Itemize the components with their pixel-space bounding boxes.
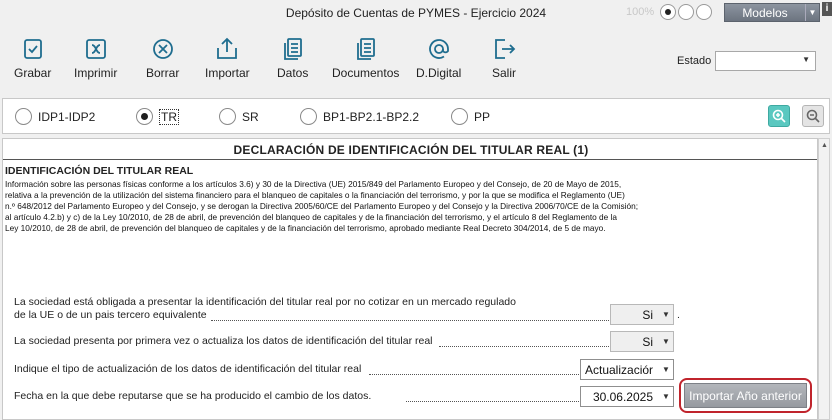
chevron-down-icon: ▼ bbox=[662, 392, 670, 401]
zoom-in-icon bbox=[772, 109, 786, 123]
datos-button[interactable]: Datos bbox=[277, 36, 308, 86]
estado-label: Estado bbox=[677, 55, 712, 67]
section-title: IDENTIFICACIÓN DEL TITULAR REAL bbox=[5, 165, 194, 177]
importar-label: Importar bbox=[205, 66, 250, 80]
radio-circle[interactable] bbox=[300, 108, 317, 125]
borrar-button[interactable]: Borrar bbox=[146, 36, 179, 86]
tipo-actualizacion-select[interactable]: Actualizaciór ▼ bbox=[580, 359, 674, 380]
radio-circle[interactable] bbox=[451, 108, 468, 125]
model-radio-idp1-idp2[interactable]: IDP1-IDP2 bbox=[15, 108, 95, 125]
zoom-out-icon bbox=[806, 109, 820, 123]
legal-text-line: n.º 648/2012 del Parlamento Europeo y de… bbox=[5, 201, 639, 212]
title-bar: Depósito de Cuentas de PYMES - Ejercicio… bbox=[0, 0, 832, 28]
zoom-in-button[interactable] bbox=[768, 105, 790, 127]
radio-circle[interactable] bbox=[219, 108, 236, 125]
model-label: PP bbox=[474, 109, 491, 124]
form-document: DECLARACIÓN DE IDENTIFICACIÓN DEL TITULA… bbox=[2, 138, 818, 420]
view-mode-radio-1[interactable] bbox=[660, 4, 676, 20]
borrar-label: Borrar bbox=[146, 66, 180, 80]
tipo-actualizacion-value: Actualizaciór bbox=[585, 362, 654, 377]
importar-ano-anterior-button[interactable]: Importar Año anterior bbox=[684, 383, 807, 408]
zoom-level: 100% bbox=[626, 6, 655, 18]
model-label: BP1-BP2.1-BP2.2 bbox=[323, 109, 420, 124]
imprimir-button[interactable]: Imprimir bbox=[74, 36, 117, 86]
dotted-leader bbox=[369, 374, 579, 375]
chevron-down-icon: ▼ bbox=[662, 337, 670, 346]
documents-icon bbox=[356, 38, 375, 60]
legal-text-line: Información sobre las personas físicas c… bbox=[5, 179, 622, 189]
question-primera-vez: La sociedad presenta por primera vez o a… bbox=[14, 335, 433, 347]
primera-vez-value: Si bbox=[642, 334, 653, 349]
scroll-up-arrow-icon[interactable]: ▲ bbox=[821, 142, 828, 149]
trailing-period: . bbox=[677, 309, 680, 321]
info-icon[interactable]: i bbox=[822, 2, 832, 16]
question-obligada-line1: La sociedad está obligada a presentar la… bbox=[14, 296, 516, 308]
imprimir-label: Imprimir bbox=[74, 66, 118, 80]
title-divider bbox=[3, 159, 817, 160]
grabar-label: Grabar bbox=[14, 66, 52, 80]
legal-text-line: Ley 10/2010, de 28 de abril, de prevenci… bbox=[5, 223, 606, 234]
documentos-label: Documentos bbox=[332, 66, 400, 80]
chevron-down-icon: ▼ bbox=[662, 365, 670, 374]
print-icon bbox=[85, 39, 106, 59]
legal-text-line: al artículo 4.2.b) y c) de la Ley 10/201… bbox=[5, 212, 618, 223]
model-label: SR bbox=[242, 109, 259, 124]
dotted-leader bbox=[439, 346, 609, 347]
chevron-down-icon: ▼ bbox=[802, 55, 810, 64]
model-radio-tr[interactable]: TR bbox=[136, 108, 179, 125]
delete-icon bbox=[152, 39, 173, 59]
question-tipo-actualizacion: Indique el tipo de actualización de los … bbox=[14, 363, 362, 375]
radio-circle[interactable] bbox=[136, 108, 153, 125]
model-radio-sr[interactable]: SR bbox=[219, 108, 259, 125]
primera-vez-select[interactable]: Si ▼ bbox=[610, 331, 674, 352]
chevron-down-icon: ▼ bbox=[662, 310, 670, 319]
obligada-select[interactable]: Si ▼ bbox=[610, 304, 674, 325]
fecha-cambio-select[interactable]: 30.06.2025 ▼ bbox=[580, 386, 674, 407]
radio-circle[interactable] bbox=[15, 108, 32, 125]
question-obligada-line2: de la UE o de un pais tercero equivalent… bbox=[14, 309, 207, 321]
view-mode-radios[interactable] bbox=[660, 4, 712, 20]
view-mode-radio-2[interactable] bbox=[678, 4, 694, 20]
legal-text-line: relativa a la prevención de la utilizaci… bbox=[5, 190, 625, 201]
model-radio-bp[interactable]: BP1-BP2.1-BP2.2 bbox=[300, 108, 419, 125]
import-icon bbox=[217, 37, 238, 59]
ddigital-button[interactable]: D.Digital bbox=[416, 36, 461, 86]
import-highlight: Importar Año anterior bbox=[679, 378, 812, 413]
zoom-out-button[interactable] bbox=[802, 105, 824, 127]
model-label: IDP1-IDP2 bbox=[38, 109, 96, 124]
dotted-leader bbox=[211, 320, 609, 321]
document-title: DECLARACIÓN DE IDENTIFICACIÓN DEL TITULA… bbox=[233, 143, 589, 157]
at-icon bbox=[428, 39, 449, 59]
model-label: TR bbox=[159, 108, 179, 125]
modelos-button[interactable]: Modelos ▼ bbox=[724, 3, 820, 22]
grabar-button[interactable]: Grabar bbox=[14, 36, 51, 86]
obligada-value: Si bbox=[642, 307, 653, 322]
vertical-scrollbar[interactable]: ▲ bbox=[818, 138, 830, 420]
documentos-button[interactable]: Documentos bbox=[332, 36, 399, 86]
ddigital-label: D.Digital bbox=[416, 66, 462, 80]
view-mode-radio-3[interactable] bbox=[696, 4, 712, 20]
legal-text: Información sobre las personas físicas c… bbox=[5, 179, 795, 234]
dotted-leader bbox=[406, 401, 579, 402]
fecha-cambio-value: 30.06.2025 bbox=[592, 389, 653, 404]
chevron-down-icon[interactable]: ▼ bbox=[805, 4, 819, 21]
exit-icon bbox=[495, 39, 516, 59]
data-icon bbox=[283, 38, 302, 60]
datos-label: Datos bbox=[277, 66, 309, 80]
model-selector: IDP1-IDP2 TR SR BP1-BP2.1-BP2.2 PP bbox=[2, 98, 830, 134]
question-fecha-cambio: Fecha en la que debe reputarse que se ha… bbox=[14, 390, 372, 402]
save-icon bbox=[23, 39, 42, 59]
modelos-label: Modelos bbox=[742, 5, 788, 20]
model-radio-pp[interactable]: PP bbox=[451, 108, 490, 125]
salir-button[interactable]: Salir bbox=[491, 36, 517, 86]
salir-label: Salir bbox=[491, 66, 516, 80]
importar-button[interactable]: Importar bbox=[205, 36, 250, 86]
estado-select[interactable]: ▼ bbox=[715, 51, 816, 71]
